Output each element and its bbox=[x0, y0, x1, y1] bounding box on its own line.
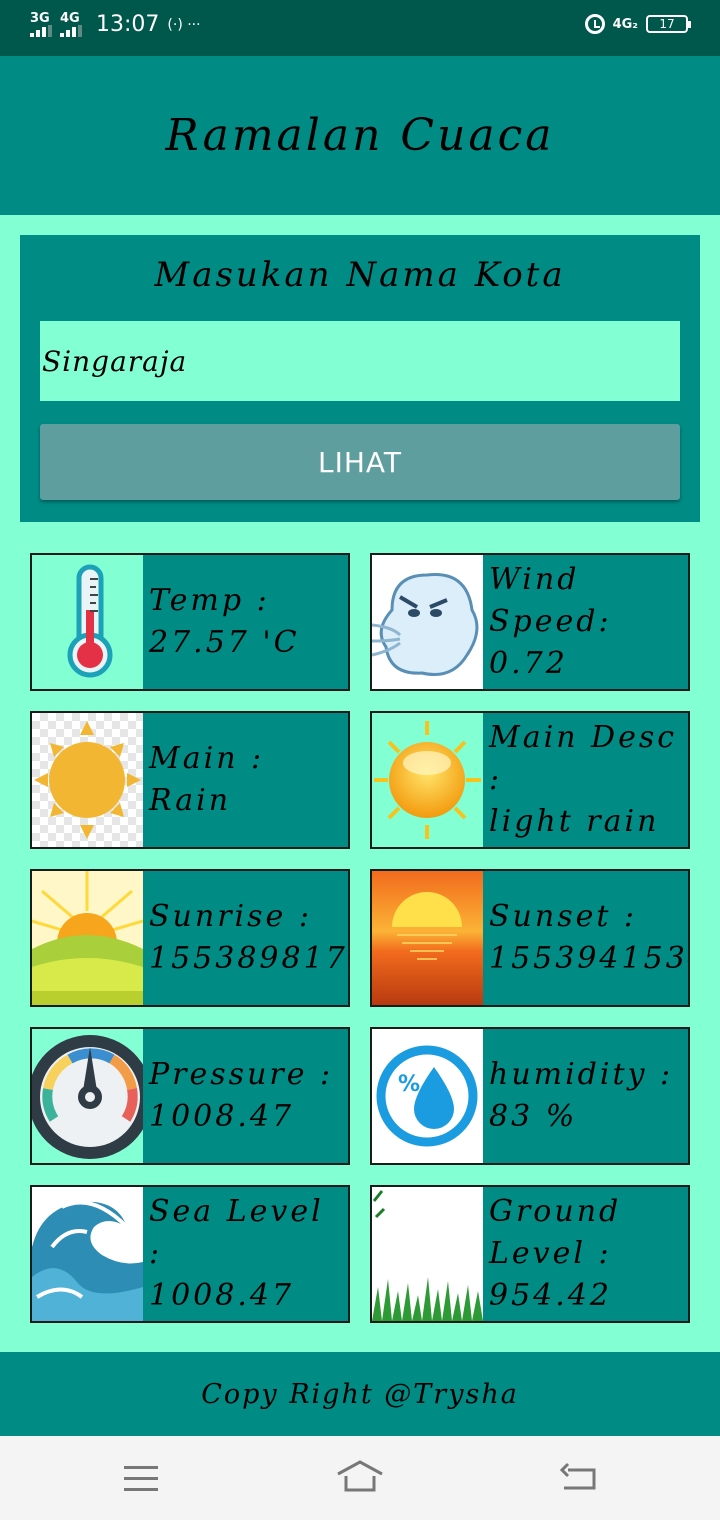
system-nav-bar bbox=[0, 1436, 720, 1520]
tile-text: Sunrise : 1553898173 bbox=[143, 871, 350, 1005]
pressure-value: 1008.47 bbox=[149, 1099, 295, 1134]
ground-level-value: 954.42 bbox=[489, 1278, 612, 1313]
tile-text: Sunset : 1553941534 bbox=[483, 871, 690, 1005]
thermometer-icon bbox=[32, 555, 143, 689]
back-icon[interactable] bbox=[559, 1460, 600, 1498]
tile-pressure: Pressure : 1008.47 bbox=[30, 1027, 350, 1165]
sunrise-value: 1553898173 bbox=[149, 941, 350, 976]
sunrise-label: Sunrise : bbox=[149, 899, 312, 934]
sea-level-value: 1008.47 bbox=[149, 1278, 295, 1313]
bright-sun-icon bbox=[372, 713, 483, 847]
hotspot-icon: (·) ··· bbox=[167, 16, 201, 33]
wind-cloud-icon bbox=[372, 555, 483, 689]
humidity-value: humidity : 83 % bbox=[489, 1057, 674, 1134]
tile-text: humidity : 83 % bbox=[483, 1029, 688, 1163]
ground-level-label: Ground Level : bbox=[489, 1194, 622, 1271]
svg-text:%: % bbox=[398, 1072, 420, 1097]
alarm-icon bbox=[584, 14, 605, 34]
tile-sunrise: Sunrise : 1553898173 bbox=[30, 869, 350, 1007]
search-label: Masukan Nama Kota bbox=[154, 255, 566, 295]
footer: Copy Right @Trysha bbox=[0, 1352, 720, 1436]
tile-wind: Wind Speed: 0.72 bbox=[370, 553, 690, 691]
battery-icon: 17 bbox=[646, 15, 691, 33]
menu-icon[interactable] bbox=[124, 1466, 158, 1491]
search-card: Masukan Nama Kota LIHAT bbox=[20, 235, 700, 522]
grass-icon bbox=[372, 1187, 483, 1321]
tile-main-desc: Main Desc : light rain bbox=[370, 711, 690, 849]
pressure-gauge-icon bbox=[32, 1029, 143, 1163]
lihat-button[interactable]: LIHAT bbox=[40, 424, 680, 500]
net-label-2: 4G bbox=[60, 11, 80, 26]
sunset-icon bbox=[372, 871, 483, 1005]
tile-text: Sea Level : 1008.47 bbox=[143, 1187, 348, 1321]
tile-humidity: % humidity : 83 % bbox=[370, 1027, 690, 1165]
tile-temp: Temp : 27.57 'C bbox=[30, 553, 350, 691]
pressure-label: Pressure : bbox=[149, 1057, 334, 1092]
temp-value: Temp : 27.57 'C bbox=[149, 583, 300, 660]
tile-text: Main Desc : light rain bbox=[483, 713, 688, 847]
status-bar: 3G 4G 13:07 (·) ··· 4G₂ 17 bbox=[0, 0, 720, 56]
sun-icon bbox=[32, 713, 143, 847]
main-desc-label: Main Desc : bbox=[489, 720, 678, 797]
signal-4g-icon: 4G bbox=[60, 12, 82, 37]
tile-text: Temp : 27.57 'C bbox=[143, 555, 348, 689]
tile-text: Main : Rain bbox=[143, 713, 348, 847]
main-desc-value: light rain bbox=[489, 804, 660, 839]
network-4g-label: 4G₂ bbox=[612, 16, 638, 32]
tile-main: Main : Rain bbox=[30, 711, 350, 849]
status-right: 4G₂ 17 bbox=[584, 14, 691, 34]
tile-ground-level: Ground Level : 954.42 bbox=[370, 1185, 690, 1323]
net-label-1: 3G bbox=[30, 11, 50, 26]
sunset-value: 1553941534 bbox=[489, 941, 690, 976]
city-input[interactable] bbox=[40, 321, 680, 401]
copyright-text: Copy Right @Trysha bbox=[201, 1378, 519, 1410]
sea-level-label: Sea Level : bbox=[149, 1194, 324, 1271]
app-title: Ramalan Cuaca bbox=[165, 110, 555, 161]
battery-level: 17 bbox=[659, 17, 675, 31]
signal-3g-icon: 3G bbox=[30, 12, 52, 37]
sunset-label: Sunset : bbox=[489, 899, 638, 934]
main-value: Main : Rain bbox=[149, 741, 265, 818]
tile-sea-level: Sea Level : 1008.47 bbox=[30, 1185, 350, 1323]
tile-sunset: Sunset : 1553941534 bbox=[370, 869, 690, 1007]
home-icon[interactable] bbox=[336, 1458, 384, 1498]
status-left: 3G 4G 13:07 (·) ··· bbox=[30, 12, 201, 37]
tile-text: Pressure : 1008.47 bbox=[143, 1029, 348, 1163]
wave-icon bbox=[32, 1187, 143, 1321]
sunrise-icon bbox=[32, 871, 143, 1005]
humidity-drop-icon: % bbox=[372, 1029, 483, 1163]
wind-value: 0.72 bbox=[489, 646, 568, 681]
app-header: Ramalan Cuaca bbox=[0, 56, 720, 215]
tile-text: Wind Speed: 0.72 bbox=[483, 555, 688, 689]
tile-text: Ground Level : 954.42 bbox=[483, 1187, 688, 1321]
status-time: 13:07 bbox=[96, 12, 160, 37]
wind-label: Wind Speed: bbox=[489, 562, 612, 639]
